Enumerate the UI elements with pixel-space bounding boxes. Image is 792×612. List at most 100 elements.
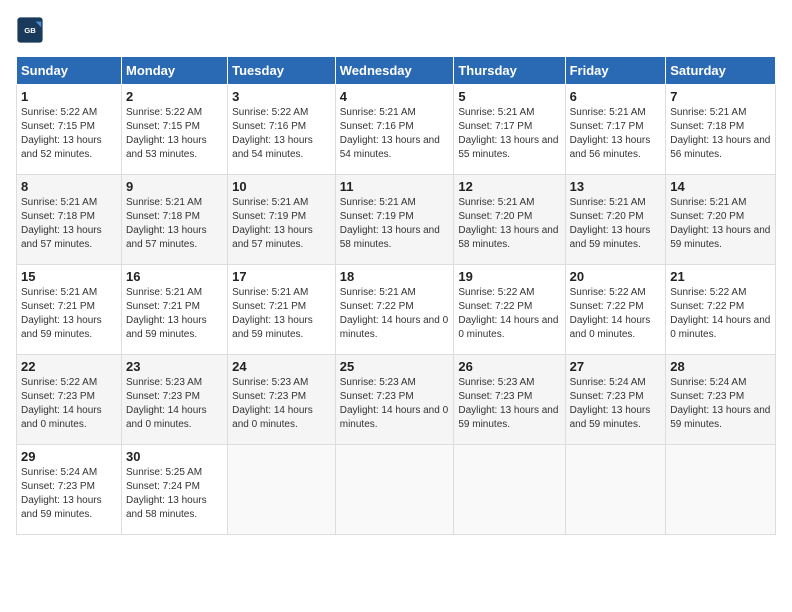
calendar-cell: 24 Sunrise: 5:23 AMSunset: 7:23 PMDaylig… [228,355,336,445]
calendar-cell: 3 Sunrise: 5:22 AMSunset: 7:16 PMDayligh… [228,85,336,175]
day-number: 30 [126,449,223,464]
day-number: 19 [458,269,560,284]
col-header-wednesday: Wednesday [335,57,454,85]
day-info: Sunrise: 5:22 AMSunset: 7:22 PMDaylight:… [458,286,560,342]
calendar-cell: 6 Sunrise: 5:21 AMSunset: 7:17 PMDayligh… [565,85,666,175]
day-number: 21 [670,269,771,284]
calendar-cell: 16 Sunrise: 5:21 AMSunset: 7:21 PMDaylig… [121,265,227,355]
day-info: Sunrise: 5:21 AMSunset: 7:20 PMDaylight:… [570,196,662,252]
col-header-thursday: Thursday [454,57,565,85]
calendar-cell: 17 Sunrise: 5:21 AMSunset: 7:21 PMDaylig… [228,265,336,355]
day-number: 13 [570,179,662,194]
day-number: 29 [21,449,117,464]
day-info: Sunrise: 5:22 AMSunset: 7:15 PMDaylight:… [21,106,117,162]
day-number: 15 [21,269,117,284]
svg-text:GB: GB [24,26,36,35]
day-info: Sunrise: 5:21 AMSunset: 7:17 PMDaylight:… [570,106,662,162]
col-header-monday: Monday [121,57,227,85]
calendar-cell: 26 Sunrise: 5:23 AMSunset: 7:23 PMDaylig… [454,355,565,445]
day-info: Sunrise: 5:23 AMSunset: 7:23 PMDaylight:… [458,376,560,432]
calendar-cell: 29 Sunrise: 5:24 AMSunset: 7:23 PMDaylig… [17,445,122,535]
calendar-cell: 11 Sunrise: 5:21 AMSunset: 7:19 PMDaylig… [335,175,454,265]
day-number: 4 [340,89,450,104]
day-number: 1 [21,89,117,104]
page-header: GB [16,16,776,44]
day-info: Sunrise: 5:22 AMSunset: 7:23 PMDaylight:… [21,376,117,432]
day-info: Sunrise: 5:21 AMSunset: 7:18 PMDaylight:… [21,196,117,252]
day-info: Sunrise: 5:22 AMSunset: 7:22 PMDaylight:… [570,286,662,342]
day-info: Sunrise: 5:22 AMSunset: 7:22 PMDaylight:… [670,286,771,342]
day-info: Sunrise: 5:21 AMSunset: 7:16 PMDaylight:… [340,106,450,162]
day-number: 26 [458,359,560,374]
col-header-friday: Friday [565,57,666,85]
day-info: Sunrise: 5:21 AMSunset: 7:19 PMDaylight:… [232,196,331,252]
calendar-week-4: 22 Sunrise: 5:22 AMSunset: 7:23 PMDaylig… [17,355,776,445]
day-number: 22 [21,359,117,374]
day-number: 28 [670,359,771,374]
calendar-week-1: 1 Sunrise: 5:22 AMSunset: 7:15 PMDayligh… [17,85,776,175]
day-info: Sunrise: 5:22 AMSunset: 7:16 PMDaylight:… [232,106,331,162]
calendar-cell: 23 Sunrise: 5:23 AMSunset: 7:23 PMDaylig… [121,355,227,445]
day-info: Sunrise: 5:22 AMSunset: 7:15 PMDaylight:… [126,106,223,162]
day-number: 10 [232,179,331,194]
day-info: Sunrise: 5:24 AMSunset: 7:23 PMDaylight:… [21,466,117,522]
calendar-cell: 12 Sunrise: 5:21 AMSunset: 7:20 PMDaylig… [454,175,565,265]
calendar-cell [565,445,666,535]
calendar-cell: 18 Sunrise: 5:21 AMSunset: 7:22 PMDaylig… [335,265,454,355]
calendar-cell [228,445,336,535]
calendar-cell: 27 Sunrise: 5:24 AMSunset: 7:23 PMDaylig… [565,355,666,445]
calendar-week-5: 29 Sunrise: 5:24 AMSunset: 7:23 PMDaylig… [17,445,776,535]
day-info: Sunrise: 5:23 AMSunset: 7:23 PMDaylight:… [126,376,223,432]
day-info: Sunrise: 5:25 AMSunset: 7:24 PMDaylight:… [126,466,223,522]
day-number: 6 [570,89,662,104]
day-info: Sunrise: 5:21 AMSunset: 7:17 PMDaylight:… [458,106,560,162]
day-info: Sunrise: 5:21 AMSunset: 7:21 PMDaylight:… [232,286,331,342]
logo-icon: GB [16,16,44,44]
calendar-cell: 25 Sunrise: 5:23 AMSunset: 7:23 PMDaylig… [335,355,454,445]
day-number: 8 [21,179,117,194]
day-number: 27 [570,359,662,374]
day-number: 2 [126,89,223,104]
calendar-cell: 8 Sunrise: 5:21 AMSunset: 7:18 PMDayligh… [17,175,122,265]
day-info: Sunrise: 5:21 AMSunset: 7:21 PMDaylight:… [21,286,117,342]
day-info: Sunrise: 5:21 AMSunset: 7:20 PMDaylight:… [670,196,771,252]
day-info: Sunrise: 5:21 AMSunset: 7:20 PMDaylight:… [458,196,560,252]
day-info: Sunrise: 5:21 AMSunset: 7:21 PMDaylight:… [126,286,223,342]
calendar-week-3: 15 Sunrise: 5:21 AMSunset: 7:21 PMDaylig… [17,265,776,355]
col-header-tuesday: Tuesday [228,57,336,85]
day-number: 17 [232,269,331,284]
logo: GB [16,16,48,44]
day-number: 16 [126,269,223,284]
day-number: 11 [340,179,450,194]
calendar-cell [335,445,454,535]
day-number: 7 [670,89,771,104]
day-info: Sunrise: 5:21 AMSunset: 7:19 PMDaylight:… [340,196,450,252]
calendar-cell [454,445,565,535]
calendar-header-row: SundayMondayTuesdayWednesdayThursdayFrid… [17,57,776,85]
calendar-cell: 30 Sunrise: 5:25 AMSunset: 7:24 PMDaylig… [121,445,227,535]
day-number: 9 [126,179,223,194]
calendar-cell: 28 Sunrise: 5:24 AMSunset: 7:23 PMDaylig… [666,355,776,445]
calendar-cell [666,445,776,535]
calendar-cell: 2 Sunrise: 5:22 AMSunset: 7:15 PMDayligh… [121,85,227,175]
day-number: 24 [232,359,331,374]
calendar-table: SundayMondayTuesdayWednesdayThursdayFrid… [16,56,776,535]
calendar-cell: 5 Sunrise: 5:21 AMSunset: 7:17 PMDayligh… [454,85,565,175]
day-info: Sunrise: 5:21 AMSunset: 7:22 PMDaylight:… [340,286,450,342]
day-number: 12 [458,179,560,194]
calendar-cell: 9 Sunrise: 5:21 AMSunset: 7:18 PMDayligh… [121,175,227,265]
day-info: Sunrise: 5:24 AMSunset: 7:23 PMDaylight:… [670,376,771,432]
calendar-week-2: 8 Sunrise: 5:21 AMSunset: 7:18 PMDayligh… [17,175,776,265]
calendar-cell: 4 Sunrise: 5:21 AMSunset: 7:16 PMDayligh… [335,85,454,175]
day-info: Sunrise: 5:21 AMSunset: 7:18 PMDaylight:… [670,106,771,162]
day-number: 23 [126,359,223,374]
calendar-cell: 14 Sunrise: 5:21 AMSunset: 7:20 PMDaylig… [666,175,776,265]
day-number: 18 [340,269,450,284]
calendar-cell: 7 Sunrise: 5:21 AMSunset: 7:18 PMDayligh… [666,85,776,175]
calendar-cell: 19 Sunrise: 5:22 AMSunset: 7:22 PMDaylig… [454,265,565,355]
col-header-saturday: Saturday [666,57,776,85]
calendar-cell: 22 Sunrise: 5:22 AMSunset: 7:23 PMDaylig… [17,355,122,445]
col-header-sunday: Sunday [17,57,122,85]
day-number: 3 [232,89,331,104]
day-number: 5 [458,89,560,104]
